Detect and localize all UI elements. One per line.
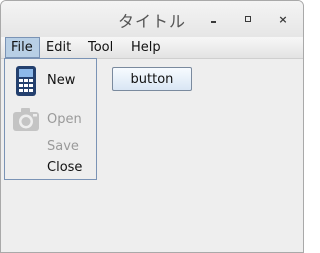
calculator-icon	[16, 66, 36, 96]
menu-item-new-label: New	[47, 73, 76, 88]
menu-item-save-label: Save	[47, 139, 79, 154]
minimize-button[interactable]	[205, 11, 221, 27]
main-button[interactable]: button	[112, 67, 192, 91]
menu-item-close-label: Close	[47, 160, 83, 175]
close-window-button[interactable]: ×	[275, 11, 291, 27]
file-menu-dropdown: New Open Save Close	[4, 58, 97, 180]
menu-edit[interactable]: Edit	[41, 37, 76, 58]
window-title: タイトル	[117, 12, 186, 31]
maximize-button[interactable]	[240, 11, 256, 27]
menu-tool[interactable]: Tool	[83, 37, 118, 58]
title-bar[interactable]: タイトル ×	[1, 1, 303, 37]
application-window: タイトル × File Edit Tool Help button New Op…	[0, 0, 304, 253]
minimize-icon	[210, 21, 216, 23]
menu-item-close[interactable]: Close	[5, 160, 96, 178]
menu-help[interactable]: Help	[126, 37, 166, 58]
close-icon: ×	[278, 12, 288, 26]
menu-file[interactable]: File	[5, 37, 40, 58]
menu-item-open[interactable]: Open	[5, 103, 96, 137]
maximize-icon	[245, 16, 251, 22]
camera-icon	[13, 108, 39, 131]
menu-bar: File Edit Tool Help	[1, 37, 303, 59]
menu-item-new[interactable]: New	[5, 65, 96, 99]
menu-item-open-label: Open	[47, 112, 82, 127]
menu-item-save[interactable]: Save	[5, 139, 96, 157]
